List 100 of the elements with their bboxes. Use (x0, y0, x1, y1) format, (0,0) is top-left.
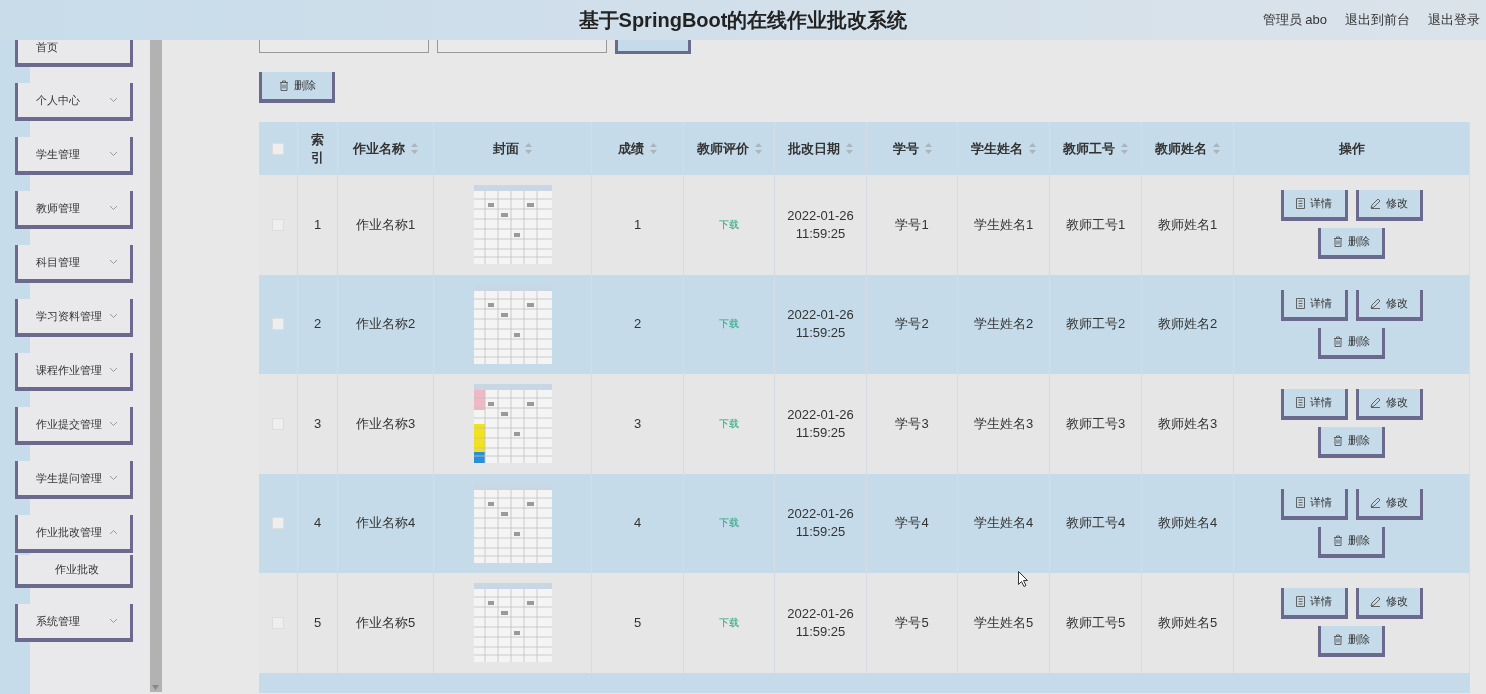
table-cell: 教师工号4 (1065, 514, 1126, 533)
table-cell: 4 (633, 514, 642, 533)
menu-item[interactable]: 教师管理 (15, 191, 133, 229)
trash-icon (1333, 236, 1343, 248)
scroll-down-icon[interactable] (152, 685, 159, 690)
page-title: 基于SpringBoot的在线作业批改系统 (578, 7, 908, 33)
delete-button[interactable]: 删除 (1318, 228, 1385, 260)
table-cell: 学生姓名3 (973, 414, 1034, 433)
menu-item[interactable]: 系统管理 (15, 604, 133, 642)
menu-item[interactable]: 科目管理 (15, 245, 133, 283)
detail-button[interactable]: 详情 (1280, 190, 1348, 222)
detail-button[interactable]: 详情 (1280, 389, 1348, 421)
table-cell: 4 (313, 514, 322, 533)
sort-icon[interactable] (650, 143, 657, 154)
document-icon (1296, 198, 1305, 210)
document-icon (1296, 397, 1305, 409)
table-cell: 作业名称5 (355, 613, 416, 632)
trash-icon (1333, 435, 1343, 447)
search-field[interactable] (437, 40, 607, 53)
table-cell: 3 (633, 414, 642, 433)
menu-item[interactable]: 作业批改管理 (15, 515, 133, 553)
table-cell: 学生姓名4 (973, 514, 1034, 533)
trash-icon (1333, 335, 1343, 347)
table-cell: 学号3 (895, 414, 929, 433)
table-cell: 教师姓名1 (1157, 215, 1218, 234)
chevron-icon (109, 529, 118, 535)
menu-item[interactable]: 课程作业管理 (15, 353, 133, 391)
menu-item[interactable]: 首页 (15, 40, 133, 67)
mouse-cursor-icon (1018, 571, 1029, 587)
document-icon (1296, 496, 1305, 508)
chevron-icon (109, 367, 118, 373)
row-checkbox[interactable] (272, 517, 284, 530)
pencil-icon (1370, 297, 1381, 309)
sort-icon[interactable] (924, 143, 932, 154)
edit-button[interactable]: 修改 (1355, 389, 1423, 421)
sort-icon[interactable] (1213, 143, 1220, 154)
delete-button[interactable]: 删除 (259, 72, 335, 103)
chevron-icon (109, 151, 118, 157)
menu-item[interactable]: 学生管理 (15, 137, 133, 175)
table-cell: 学号4 (895, 514, 929, 533)
chevron-icon (109, 421, 118, 427)
menu-item[interactable]: 学习资料管理 (15, 299, 133, 337)
table-cell: 教师工号2 (1065, 315, 1126, 334)
table-cell: 作业名称1 (355, 215, 416, 234)
search-button[interactable] (615, 40, 691, 54)
pencil-icon (1370, 397, 1381, 409)
select-all-checkbox[interactable] (272, 142, 284, 155)
chevron-icon (109, 205, 118, 211)
document-icon (1296, 297, 1305, 309)
table-cell: 教师工号5 (1065, 613, 1126, 632)
sort-icon[interactable] (846, 143, 853, 154)
delete-button[interactable]: 删除 (1318, 327, 1385, 359)
edit-button[interactable]: 修改 (1355, 488, 1423, 520)
sort-icon[interactable] (754, 143, 762, 154)
trash-icon (278, 80, 289, 91)
table-cell: 教师工号1 (1065, 215, 1126, 234)
delete-button[interactable]: 删除 (1318, 526, 1385, 558)
row-checkbox[interactable] (272, 318, 284, 331)
chevron-icon (109, 97, 118, 103)
table-cell: 学生姓名5 (973, 613, 1034, 632)
trash-icon (1333, 634, 1343, 646)
table-cell: 学生姓名1 (973, 215, 1034, 234)
detail-button[interactable]: 详情 (1280, 289, 1348, 321)
table-cell: 作业名称2 (355, 315, 416, 334)
table-cell: 1 (313, 215, 322, 234)
table-cell: 教师姓名2 (1157, 315, 1218, 334)
delete-button[interactable]: 删除 (1318, 427, 1385, 459)
table-cell: 学号1 (895, 215, 929, 234)
table-cell: 学号2 (895, 315, 929, 334)
chevron-icon (109, 618, 118, 624)
menu-item[interactable]: 作业提交管理 (15, 407, 133, 445)
sort-icon[interactable] (525, 143, 532, 154)
menu-item[interactable]: 个人中心 (15, 83, 133, 121)
sort-icon[interactable] (1029, 143, 1036, 154)
search-field[interactable] (259, 40, 429, 53)
edit-button[interactable]: 修改 (1355, 190, 1423, 222)
table-cell-text: 2022-01-26 11:59:25 (786, 505, 855, 542)
menu-item[interactable]: 学生提问管理 (15, 461, 133, 499)
pencil-icon (1370, 198, 1381, 210)
trash-icon (1333, 534, 1343, 546)
chevron-icon (109, 475, 118, 481)
table-cell: 教师工号3 (1065, 414, 1126, 433)
header-link[interactable]: 退出登录 (1428, 11, 1480, 29)
sort-icon[interactable] (411, 143, 418, 154)
table-cell-text: 2022-01-26 11:59:25 (786, 206, 855, 243)
edit-button[interactable]: 修改 (1355, 289, 1423, 321)
edit-button[interactable]: 修改 (1355, 588, 1423, 620)
table-cell: 5 (313, 613, 322, 632)
table-cell: 学生姓名2 (973, 315, 1034, 334)
table-cell: 2 (633, 315, 642, 334)
detail-button[interactable]: 详情 (1280, 588, 1348, 620)
chevron-icon (109, 259, 118, 265)
sort-icon[interactable] (1121, 143, 1128, 154)
detail-button[interactable]: 详情 (1280, 488, 1348, 520)
table-cell: 作业名称4 (355, 514, 416, 533)
submenu-item[interactable]: 作业批改 (15, 555, 133, 588)
table-cell: 3 (313, 414, 322, 433)
delete-button[interactable]: 删除 (1318, 626, 1385, 658)
header-link[interactable]: 退出到前台 (1345, 11, 1410, 29)
scrollbar[interactable] (150, 40, 162, 692)
